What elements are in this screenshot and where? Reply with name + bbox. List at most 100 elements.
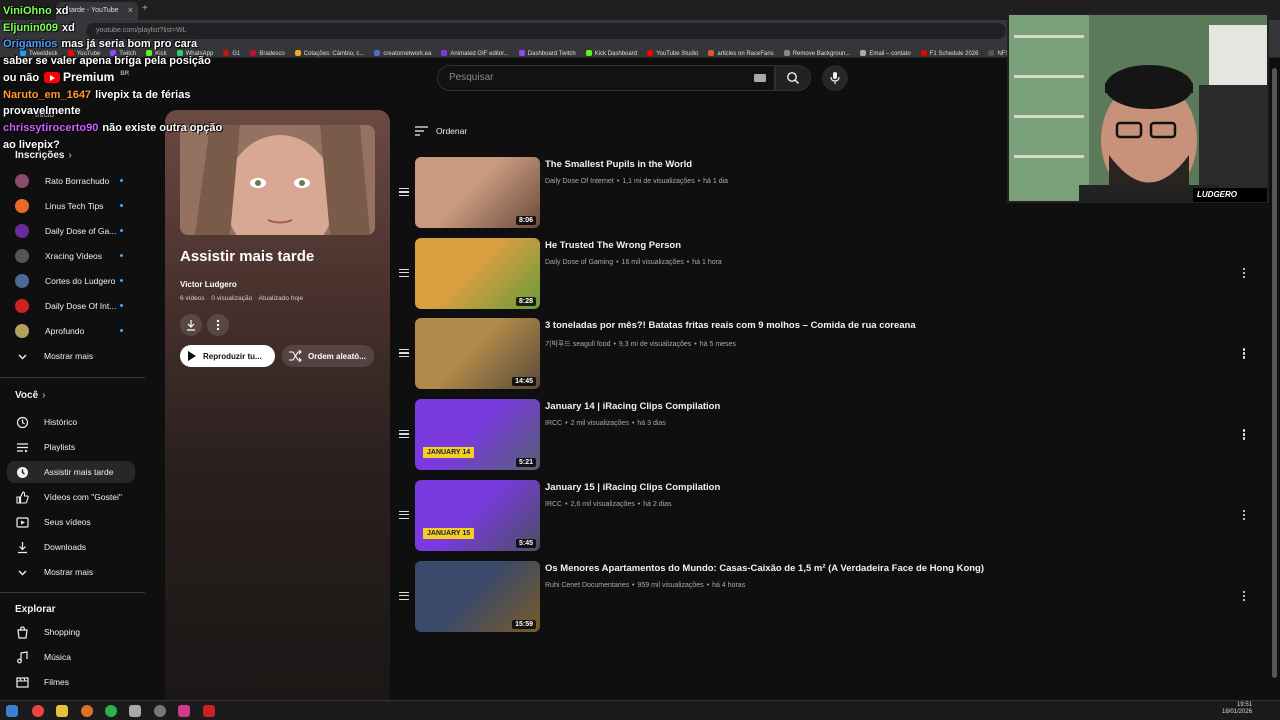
- channel-name[interactable]: 기박푸드 seagull food: [545, 341, 610, 348]
- drag-handle-icon[interactable]: [399, 510, 409, 519]
- view-count: 959 mil visualizações: [637, 581, 704, 589]
- video-thumbnail[interactable]: JANUARY 15 5:45: [415, 479, 540, 551]
- video-thumbnail[interactable]: 15:59: [415, 560, 540, 632]
- drag-handle-icon[interactable]: [399, 430, 409, 439]
- channel-name[interactable]: IRCC: [545, 501, 562, 508]
- channel-avatar: [15, 173, 29, 188]
- more-options-button[interactable]: [207, 314, 229, 336]
- playlist-video-row[interactable]: 14:45 3 toneladas por mês?! Batatas frita…: [395, 318, 1265, 390]
- sidebar-item-history[interactable]: Histórico: [7, 411, 135, 433]
- windows-start-icon[interactable]: [6, 705, 18, 717]
- drag-handle-icon[interactable]: [399, 188, 409, 196]
- channel-name[interactable]: Daily Dose of Gaming: [545, 259, 613, 266]
- f1-game-icon[interactable]: [203, 705, 215, 717]
- more-vertical-icon[interactable]: [1242, 267, 1246, 280]
- video-title[interactable]: January 15 | iRacing Clips Compilation: [545, 482, 720, 493]
- play-all-button[interactable]: Reproduzir tu...: [180, 345, 275, 367]
- search-input[interactable]: Pesquisar: [437, 65, 775, 91]
- video-thumbnail[interactable]: 14:45: [415, 318, 540, 390]
- chat-username: Naruto_em_1647: [3, 88, 92, 101]
- scrollbar-thumb[interactable]: [1272, 68, 1277, 678]
- sidebar-item-downloads[interactable]: Downloads: [7, 536, 135, 558]
- view-count: 1,1 mi de visualizações: [622, 178, 695, 185]
- sidebar-subscription[interactable]: Xracing Videos: [15, 243, 155, 268]
- sidebar-item-liked-videos[interactable]: Vídeos com "Gostei": [7, 486, 135, 508]
- whatsapp-icon[interactable]: [105, 705, 117, 717]
- video-title[interactable]: January 14 | iRacing Clips Compilation: [545, 401, 720, 412]
- bookmark-item[interactable]: YouTube Studio: [647, 46, 698, 57]
- bookmark-item[interactable]: articles on RaceFans: [708, 46, 774, 57]
- bookmark-item[interactable]: Kick Dashboard: [585, 46, 637, 57]
- app-icon[interactable]: [81, 705, 93, 717]
- play-icon: [188, 351, 196, 361]
- channel-avatar: [15, 248, 29, 263]
- kebab-dot: [1242, 433, 1246, 436]
- bookmark-item[interactable]: Cotações: Câmbio, c...: [294, 46, 364, 57]
- file-explorer-icon[interactable]: [56, 705, 68, 717]
- bookmark-item[interactable]: G1: [223, 46, 240, 57]
- sidebar-you-show-more[interactable]: Mostrar mais: [7, 561, 135, 583]
- more-vertical-icon[interactable]: [1242, 509, 1246, 522]
- sidebar-item-music[interactable]: Música: [7, 646, 135, 668]
- video-thumbnail[interactable]: 8:28: [415, 237, 540, 309]
- upload-age: há 1 dia: [703, 178, 729, 185]
- bookmark-item[interactable]: Animated GIF editor...: [441, 46, 509, 57]
- drag-handle-icon[interactable]: [399, 268, 409, 277]
- sidebar-item-watch-later[interactable]: Assistir mais tarde: [7, 461, 135, 483]
- app-icon[interactable]: [178, 705, 190, 717]
- more-vertical-icon[interactable]: [1242, 429, 1246, 441]
- channel-name[interactable]: Ruhi Cenet Documentaries: [545, 582, 629, 589]
- download-button[interactable]: [180, 314, 202, 336]
- bookmark-item[interactable]: Email – contato: [860, 46, 911, 57]
- view-count: 2,6 mil visualizações: [570, 500, 635, 508]
- bookmark-item[interactable]: creatornetwork.ea: [374, 46, 431, 57]
- playlist-owner[interactable]: Victor Ludgero: [180, 280, 237, 289]
- bookmark-item[interactable]: Bradesco: [250, 46, 285, 57]
- search-button[interactable]: [775, 65, 811, 91]
- playlist-video-row[interactable]: JANUARY 14 5:21 January 14 | iRacing Clips…: [395, 399, 1265, 471]
- bookmark-item[interactable]: Remove Backgroun...: [783, 46, 850, 57]
- film-icon: [16, 676, 29, 688]
- more-vertical-icon[interactable]: [1242, 348, 1246, 360]
- video-title[interactable]: 3 toneladas por mês?! Batatas fritas rea…: [545, 320, 916, 331]
- sidebar-subscription[interactable]: Aprofundo: [15, 318, 155, 343]
- bookmark-item[interactable]: Dashboard Twitch: [518, 46, 576, 57]
- sidebar-subscription[interactable]: Rato Borrachudo: [15, 168, 155, 193]
- sidebar-item-shopping[interactable]: Shopping: [7, 621, 135, 643]
- sidebar-subscription[interactable]: Cortes do Ludgero: [15, 268, 155, 293]
- keyboard-icon[interactable]: [754, 74, 766, 82]
- drag-handle-icon[interactable]: [399, 591, 409, 600]
- playlist-video-row[interactable]: 15:59 Os Menores Apartamentos do Mundo: C…: [395, 560, 1265, 633]
- video-title[interactable]: The Smallest Pupils in the World: [545, 159, 692, 170]
- page-scrollbar[interactable]: [1270, 60, 1278, 700]
- video-thumbnail[interactable]: 8:06: [415, 157, 540, 228]
- subscriptions-show-more[interactable]: Mostrar mais: [7, 345, 135, 367]
- playlist-video-row[interactable]: JANUARY 15 5:45 January 15 | iRacing Clips…: [395, 479, 1265, 552]
- sidebar-item-movies[interactable]: Filmes: [7, 671, 135, 693]
- sort-button[interactable]: Ordenar: [415, 126, 467, 136]
- playlist-video-row[interactable]: 8:28 He Trusted The Wrong Person Daily Dos…: [395, 237, 1265, 310]
- sidebar-subscription[interactable]: Daily Dose Of Int...: [15, 293, 155, 318]
- you-heading[interactable]: Você ›: [15, 390, 46, 401]
- shuffle-button[interactable]: Ordem aleató...: [282, 345, 374, 367]
- sidebar-item-your-videos[interactable]: Seus vídeos: [7, 511, 135, 533]
- video-title[interactable]: He Trusted The Wrong Person: [545, 240, 681, 251]
- app-icon[interactable]: [129, 705, 141, 717]
- meta-separator: •: [565, 420, 568, 428]
- sidebar-item-playlists[interactable]: Playlists: [7, 436, 135, 458]
- obs-icon[interactable]: [154, 705, 166, 717]
- taskbar-clock[interactable]: 19:51 18/01/2026: [1222, 702, 1252, 716]
- channel-name[interactable]: Daily Dose Of Internet: [545, 178, 614, 185]
- url-field[interactable]: youtube.com/playlist?list=WL: [86, 23, 1006, 39]
- chrome-icon[interactable]: [32, 705, 44, 717]
- voice-search-button[interactable]: [822, 65, 848, 91]
- sidebar-subscription[interactable]: Daily Dose of Ga...: [15, 218, 155, 243]
- more-vertical-icon[interactable]: [1242, 590, 1246, 603]
- video-thumbnail[interactable]: JANUARY 14 5:21: [415, 399, 540, 471]
- new-content-dot: [120, 304, 123, 307]
- channel-name[interactable]: IRCC: [545, 420, 562, 427]
- drag-handle-icon[interactable]: [399, 349, 409, 358]
- bookmark-item[interactable]: F1 Schedule 2026: [920, 46, 978, 57]
- video-title[interactable]: Os Menores Apartamentos do Mundo: Casas-…: [545, 563, 984, 574]
- sidebar-subscription[interactable]: Linus Tech Tips: [15, 193, 155, 218]
